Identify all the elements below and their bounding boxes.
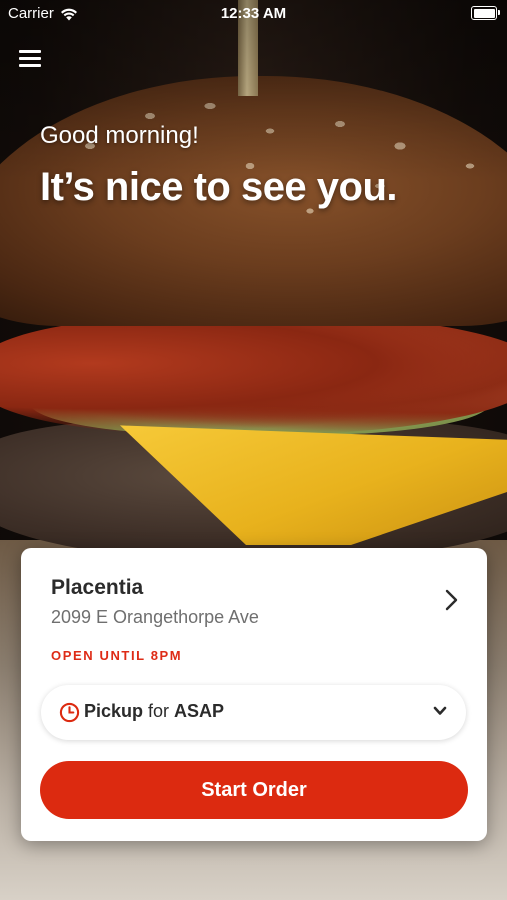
chevron-down-icon bbox=[433, 706, 447, 715]
menu-line bbox=[19, 64, 41, 67]
app-screen: Carrier 12:33 AM Good morning! It’s nice… bbox=[0, 0, 507, 900]
clock-icon bbox=[59, 702, 80, 723]
order-time-label: ASAP bbox=[174, 701, 225, 721]
start-order-button[interactable]: Start Order bbox=[40, 761, 468, 819]
location-card: Placentia 2099 E Orangethorpe Ave OPEN U… bbox=[21, 548, 487, 841]
chevron-right-icon[interactable] bbox=[443, 588, 461, 612]
menu-line bbox=[19, 50, 41, 53]
greeting-text: Good morning! bbox=[40, 122, 199, 149]
menu-line bbox=[19, 57, 41, 60]
order-mode-selector[interactable]: Pickup for ASAP bbox=[41, 685, 466, 740]
store-hours: OPEN UNTIL 8PM bbox=[51, 648, 183, 663]
order-mode-label: Pickup bbox=[84, 701, 144, 721]
status-bar: Carrier 12:33 AM bbox=[0, 0, 507, 28]
location-name[interactable]: Placentia bbox=[51, 576, 143, 600]
welcome-headline: It’s nice to see you. bbox=[40, 165, 398, 209]
location-address[interactable]: 2099 E Orangethorpe Ave bbox=[51, 607, 259, 628]
battery-icon bbox=[471, 6, 500, 20]
status-time: 12:33 AM bbox=[220, 5, 287, 22]
order-mode-text: Pickup for ASAP bbox=[84, 701, 224, 722]
hamburger-menu-icon[interactable] bbox=[19, 48, 41, 68]
order-mode-connector: for bbox=[143, 701, 175, 721]
